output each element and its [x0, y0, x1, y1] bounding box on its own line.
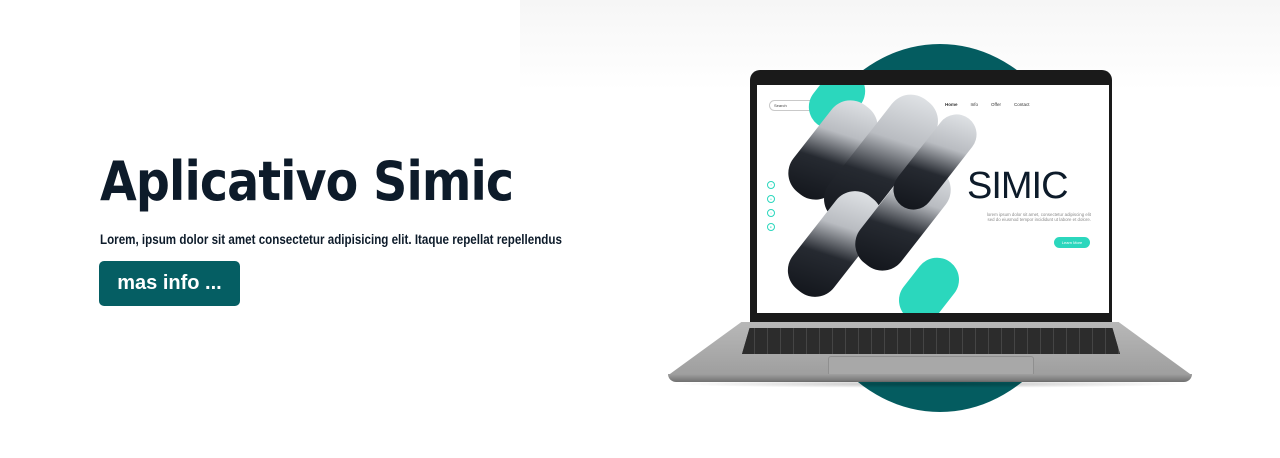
laptop-shadow	[670, 380, 1190, 388]
mock-nav-info: Info	[970, 102, 979, 107]
mock-learn-more-button: Learn More	[1054, 237, 1090, 248]
mock-nav-home: Home	[945, 102, 958, 107]
hero-section: Aplicativo Simic Lorem, ipsum dolor sit …	[0, 0, 1280, 458]
mock-nav-contact: Contact	[1013, 102, 1030, 107]
more-info-button[interactable]: mas info ...	[99, 261, 240, 306]
mock-social-icons: f o t in	[767, 181, 775, 231]
instagram-icon: o	[767, 195, 775, 203]
mock-copy-text: lorem ipsum dolor sit amet, consectetur …	[986, 212, 1091, 222]
laptop-base	[668, 322, 1192, 384]
hero-subtitle: Lorem, ipsum dolor sit amet consectetur …	[100, 232, 562, 247]
mock-nav: Home Info Offer Contact	[945, 102, 1029, 107]
mock-brand-title: SIMIC	[967, 165, 1069, 207]
laptop-keyboard	[742, 328, 1120, 354]
mock-nav-offer: Offer	[991, 102, 1001, 107]
linkedin-icon: in	[767, 223, 775, 231]
hero-title: Aplicativo Simic	[100, 150, 514, 213]
mock-search-label: Search	[774, 103, 787, 108]
facebook-icon: f	[767, 181, 775, 189]
laptop-screen: Search ⚲ Home Info Offer Contact f o t i…	[757, 85, 1109, 313]
twitter-icon: t	[767, 209, 775, 217]
laptop-trackpad	[828, 356, 1034, 376]
